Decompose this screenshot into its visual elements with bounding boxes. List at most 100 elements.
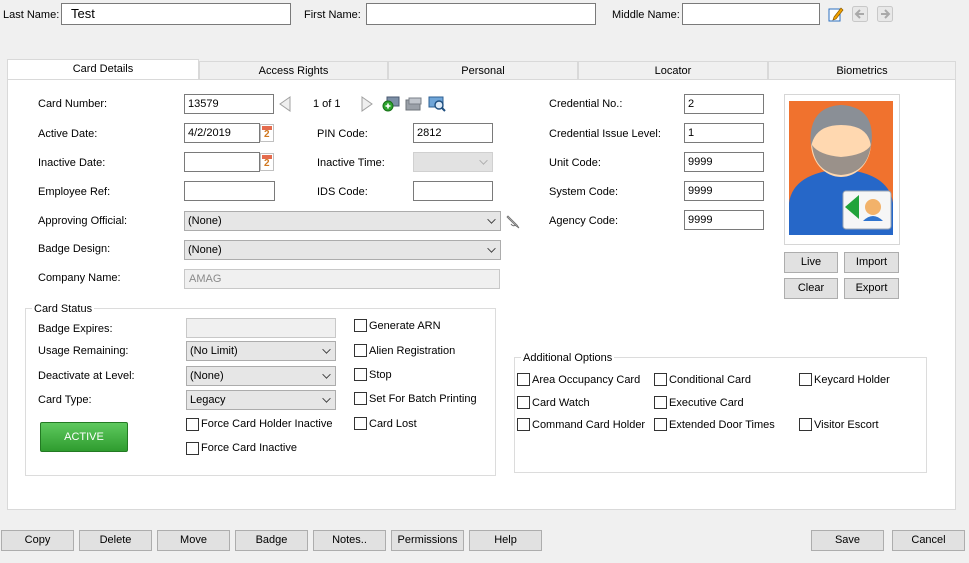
next-arrow-icon[interactable] — [877, 6, 893, 22]
live-button[interactable]: Live — [784, 252, 838, 273]
card-reader-icon[interactable] — [405, 97, 423, 112]
usage-remaining-value: (No Limit) — [190, 345, 238, 357]
tab-access-rights[interactable]: Access Rights — [199, 61, 388, 79]
executive-card-checkbox[interactable] — [654, 396, 667, 409]
usage-remaining-select[interactable]: (No Limit) — [186, 341, 336, 361]
badge-design-value: (None) — [188, 244, 222, 256]
ids-code-field[interactable] — [413, 181, 493, 201]
card-watch-checkbox[interactable] — [517, 396, 530, 409]
inactive-time-label: Inactive Time: — [317, 157, 385, 169]
additional-options-title: Additional Options — [521, 351, 615, 365]
command-card-holder-checkbox[interactable] — [517, 418, 530, 431]
unit-code-label: Unit Code: — [549, 157, 601, 169]
approving-official-value: (None) — [188, 215, 222, 227]
add-card-icon[interactable] — [382, 96, 400, 112]
cardholder-photo[interactable] — [784, 94, 900, 245]
tab-biometrics[interactable]: Biometrics — [768, 61, 956, 79]
save-button[interactable]: Save — [811, 530, 884, 551]
inactive-time-select — [413, 152, 493, 172]
agency-code-field[interactable]: 9999 — [684, 210, 764, 230]
middle-name-field[interactable] — [682, 3, 820, 25]
visitor-escort-checkbox[interactable] — [799, 418, 812, 431]
company-name-label: Company Name: — [38, 272, 121, 284]
notes-button[interactable]: Notes.. — [313, 530, 386, 551]
conditional-card-label: Conditional Card — [669, 374, 751, 386]
first-name-field[interactable] — [366, 3, 596, 25]
credential-no-field[interactable]: 2 — [684, 94, 764, 114]
credential-issue-level-label: Credential Issue Level: — [549, 128, 661, 140]
inactive-date-field[interactable] — [184, 152, 260, 172]
card-search-icon[interactable] — [428, 96, 446, 112]
chevron-down-icon — [487, 244, 496, 253]
delete-button[interactable]: Delete — [79, 530, 152, 551]
company-name-field: AMAG — [184, 269, 500, 289]
alien-registration-checkbox[interactable] — [354, 344, 367, 357]
copy-button[interactable]: Copy — [1, 530, 74, 551]
force-holder-inactive-checkbox[interactable] — [186, 418, 199, 431]
usage-remaining-label: Usage Remaining: — [38, 345, 129, 357]
keycard-holder-label: Keycard Holder — [814, 374, 890, 386]
tab-card-details[interactable]: Card Details — [7, 59, 199, 79]
card-type-select[interactable]: Legacy — [186, 390, 336, 410]
executive-card-label: Executive Card — [669, 397, 744, 409]
pin-code-label: PIN Code: — [317, 128, 368, 140]
extended-door-times-checkbox[interactable] — [654, 418, 667, 431]
stop-checkbox[interactable] — [354, 368, 367, 381]
card-type-label: Card Type: — [38, 394, 92, 406]
conditional-card-checkbox[interactable] — [654, 373, 667, 386]
force-card-inactive-label: Force Card Inactive — [201, 442, 297, 454]
approving-official-select[interactable]: (None) — [184, 211, 501, 231]
badge-expires-field — [186, 318, 336, 338]
visitor-escort-label: Visitor Escort — [814, 419, 879, 431]
permissions-button[interactable]: Permissions — [391, 530, 464, 551]
active-status-button[interactable]: ACTIVE — [40, 422, 128, 452]
help-button[interactable]: Help — [469, 530, 542, 551]
last-name-field[interactable]: Test — [61, 3, 291, 25]
first-name-label: First Name: — [304, 9, 361, 21]
ids-code-label: IDS Code: — [317, 186, 368, 198]
approving-official-label: Approving Official: — [38, 215, 128, 227]
deactivate-level-select[interactable]: (None) — [186, 366, 336, 386]
credential-no-label: Credential No.: — [549, 98, 623, 110]
area-occupancy-label: Area Occupancy Card — [532, 374, 641, 386]
inactive-date-calendar-icon[interactable] — [260, 153, 274, 171]
badge-button[interactable]: Badge — [235, 530, 308, 551]
credential-issue-level-field[interactable]: 1 — [684, 123, 764, 143]
batch-printing-checkbox[interactable] — [354, 392, 367, 405]
card-status-title: Card Status — [32, 302, 95, 316]
chevron-down-icon — [479, 156, 488, 165]
previous-card-icon[interactable] — [278, 96, 292, 112]
previous-arrow-icon[interactable] — [852, 6, 868, 22]
deactivate-level-value: (None) — [190, 370, 224, 382]
card-lost-checkbox[interactable] — [354, 417, 367, 430]
unit-code-field[interactable]: 9999 — [684, 152, 764, 172]
badge-design-label: Badge Design: — [38, 243, 111, 255]
clear-photo-button[interactable]: Clear — [784, 278, 838, 299]
stop-label: Stop — [369, 369, 392, 381]
import-button[interactable]: Import — [844, 252, 899, 273]
keycard-holder-checkbox[interactable] — [799, 373, 812, 386]
card-number-field[interactable]: 13579 — [184, 94, 274, 114]
badge-expires-label: Badge Expires: — [38, 323, 113, 335]
export-button[interactable]: Export — [844, 278, 899, 299]
tab-personal[interactable]: Personal — [388, 61, 578, 79]
force-card-inactive-checkbox[interactable] — [186, 442, 199, 455]
pin-code-field[interactable]: 2812 — [413, 123, 493, 143]
employee-ref-field[interactable] — [184, 181, 275, 201]
generate-arn-checkbox[interactable] — [354, 319, 367, 332]
card-type-value: Legacy — [190, 394, 226, 406]
move-button[interactable]: Move — [157, 530, 230, 551]
active-date-calendar-icon[interactable] — [260, 124, 274, 142]
pen-icon[interactable] — [505, 213, 521, 229]
edit-name-icon[interactable] — [828, 6, 844, 22]
active-date-field[interactable]: 4/2/2019 — [184, 123, 260, 143]
system-code-field[interactable]: 9999 — [684, 181, 764, 201]
tab-locator[interactable]: Locator — [578, 61, 768, 79]
next-card-icon[interactable] — [360, 96, 374, 112]
employee-ref-label: Employee Ref: — [38, 186, 111, 198]
cancel-button[interactable]: Cancel — [892, 530, 965, 551]
area-occupancy-checkbox[interactable] — [517, 373, 530, 386]
card-number-label: Card Number: — [38, 98, 108, 110]
alien-registration-label: Alien Registration — [369, 345, 456, 357]
badge-design-select[interactable]: (None) — [184, 240, 501, 260]
